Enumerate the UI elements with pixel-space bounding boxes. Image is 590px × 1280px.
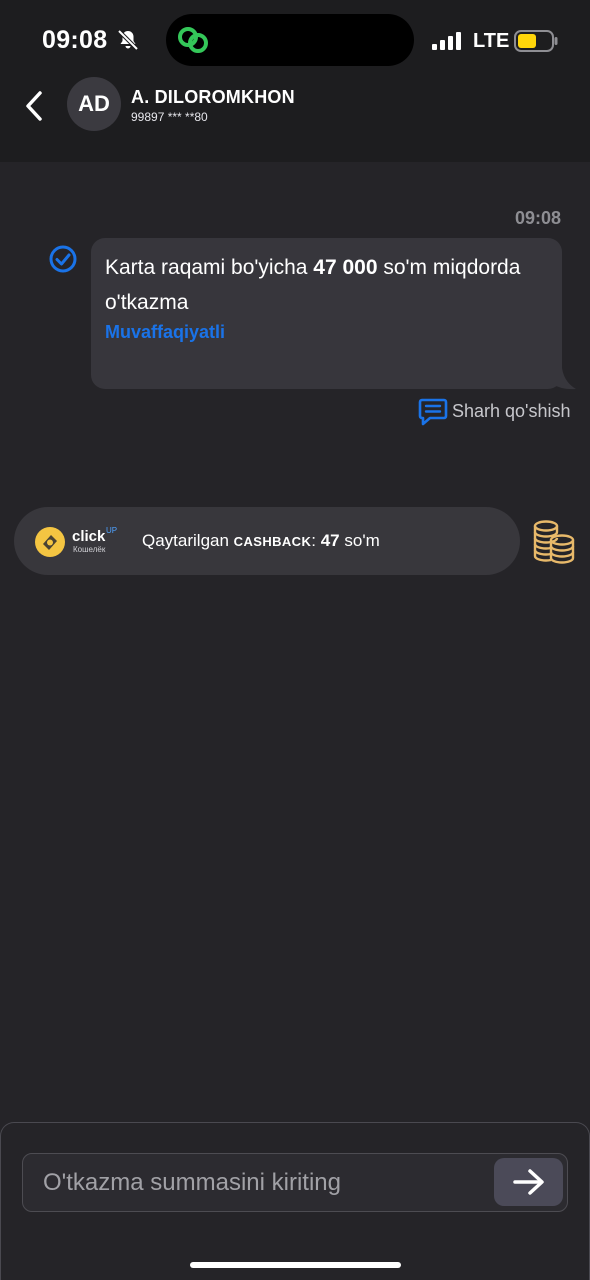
amount-input[interactable] [43, 1154, 483, 1211]
battery-icon [514, 30, 558, 52]
network-type: LTE [473, 30, 510, 52]
message-amount: 47 000 [313, 256, 378, 279]
cashback-label-caps: CASHBACK [233, 534, 312, 549]
cashback-amount: 47 [320, 531, 340, 550]
check-circle-icon [49, 245, 77, 273]
add-comment-label: Sharh qo'shish [452, 400, 571, 421]
coins-icon [533, 520, 575, 564]
click-wallet-logo-icon [35, 527, 65, 557]
contact-name[interactable]: A. DILOROMKHON [131, 87, 295, 108]
message-text: Karta raqami bo'yicha 47 000 so'm miqdor… [105, 250, 525, 320]
message-text-prefix: Karta raqami bo'yicha [105, 256, 314, 279]
comment-icon [418, 398, 448, 426]
transfer-status: Muvaffaqiyatli [105, 322, 226, 342]
back-chevron-icon[interactable] [22, 88, 48, 124]
click-brand-subtitle: Кошелёк [73, 545, 106, 554]
send-button[interactable] [494, 1158, 563, 1206]
linked-rings-icon [178, 27, 208, 53]
home-indicator [190, 1262, 401, 1268]
signal-icon [432, 32, 461, 50]
add-comment-button[interactable]: Sharh qo'shish [418, 396, 571, 426]
click-brand-word: click [72, 528, 106, 545]
cashback-currency: so'm [339, 531, 380, 550]
bubble-tail [552, 368, 576, 390]
cashback-text: Qaytarilgan CASHBACK: 47 so'm [142, 531, 380, 551]
cashback-separator: : [311, 531, 321, 550]
contact-phone: 99897 *** **80 [131, 110, 208, 124]
amount-input-container [22, 1153, 568, 1212]
chat-header: AD A. DILOROMKHON 99897 *** **80 [0, 77, 590, 162]
status-bar: 09:08 LTE [0, 0, 590, 80]
avatar[interactable]: AD [67, 77, 121, 131]
click-brand-superscript: UP [106, 526, 118, 535]
arrow-right-icon [512, 1169, 544, 1195]
status-time: 09:08 [42, 26, 108, 54]
message-time: 09:08 [514, 208, 561, 228]
bell-slash-icon [117, 29, 139, 51]
cashback-label: Qaytarilgan [142, 531, 234, 550]
